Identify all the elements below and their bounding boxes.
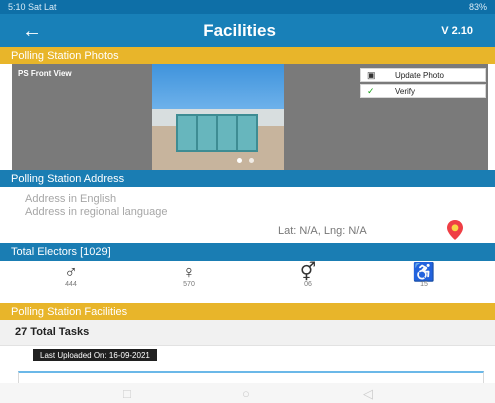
address-regional-field[interactable]: Address in regional language: [25, 206, 465, 219]
disabled-count: ♿ 15: [403, 263, 445, 289]
front-view-photo[interactable]: [152, 64, 284, 170]
facilities-screen: 5:10 Sat Lat 83% ← Facilities V 2.10 Pol…: [0, 0, 495, 403]
status-battery: 83%: [468, 2, 487, 12]
address-english-field[interactable]: Address in English: [25, 193, 465, 206]
section-title: Total Electors [1029]: [11, 246, 111, 258]
location-pin-icon[interactable]: [444, 219, 466, 241]
system-navigation-bar: □ ○ ◁: [0, 383, 495, 403]
total-electors-section: Total Electors [1029]: [0, 243, 495, 261]
female-icon: ♀: [182, 262, 196, 282]
female-count: ♀ 570: [168, 263, 210, 289]
section-title: Polling Station Facilities: [11, 305, 128, 318]
update-photo-button[interactable]: ▣ Update Photo: [360, 68, 486, 82]
female-count-value: 570: [183, 281, 195, 288]
male-icon: ♂: [64, 262, 78, 282]
gate-bar: [196, 116, 198, 152]
update-photo-label: Update Photo: [395, 70, 444, 80]
total-tasks-text: 27 Total Tasks: [15, 326, 90, 338]
front-view-label: PS Front View: [18, 69, 72, 78]
polling-station-facilities-section: Polling Station Facilities: [0, 303, 495, 320]
status-time: 5:10: [8, 2, 26, 12]
wheelchair-icon: ♿: [412, 262, 436, 282]
elector-counts: ♂ 444 ♀ 570 ⚥ 06 ♿ 15: [0, 261, 495, 296]
gate-bar: [236, 116, 238, 152]
camera-icon: ▣: [367, 69, 376, 80]
polling-station-address-section: Polling Station Address: [0, 170, 495, 187]
polling-station-photos-section: Polling Station Photos: [0, 47, 495, 64]
third-gender-icon: ⚥: [299, 262, 317, 282]
coordinates-text: Lat: N/A, Lng: N/A: [278, 225, 367, 237]
photo-gate: [176, 114, 258, 152]
version-label: V 2.10: [441, 24, 473, 37]
status-carrier: Sat Lat: [28, 2, 57, 12]
page-title: Facilities: [203, 20, 276, 40]
third-gender-count-value: 06: [304, 281, 312, 288]
male-count: ♂ 444: [50, 263, 92, 289]
photo-panel: PS Front View ▣ Update Photo ✓ Verify: [12, 64, 488, 170]
pager-dot: [237, 158, 242, 163]
check-icon: ✓: [367, 85, 375, 96]
pager-dot: [249, 158, 254, 163]
verify-button[interactable]: ✓ Verify: [360, 84, 486, 98]
disabled-count-value: 15: [420, 281, 428, 288]
recent-apps-icon[interactable]: □: [123, 387, 131, 400]
home-icon[interactable]: ○: [242, 387, 250, 400]
gate-bar: [216, 116, 218, 152]
male-count-value: 444: [65, 281, 77, 288]
status-bar: 5:10 Sat Lat 83%: [0, 0, 495, 14]
tasks-row: 27 Total Tasks: [0, 320, 495, 346]
back-icon[interactable]: ◁: [363, 387, 373, 400]
last-uploaded-badge: Last Uploaded On: 16-09-2021: [33, 349, 157, 361]
app-bar: ← Facilities V 2.10: [0, 14, 495, 47]
section-title: Polling Station Address: [11, 172, 125, 185]
verify-label: Verify: [395, 86, 416, 96]
photo-pager: [237, 158, 267, 163]
section-title: Polling Station Photos: [11, 49, 119, 62]
third-gender-count: ⚥ 06: [287, 263, 329, 289]
address-fields: Address in English Address in regional l…: [25, 193, 465, 219]
